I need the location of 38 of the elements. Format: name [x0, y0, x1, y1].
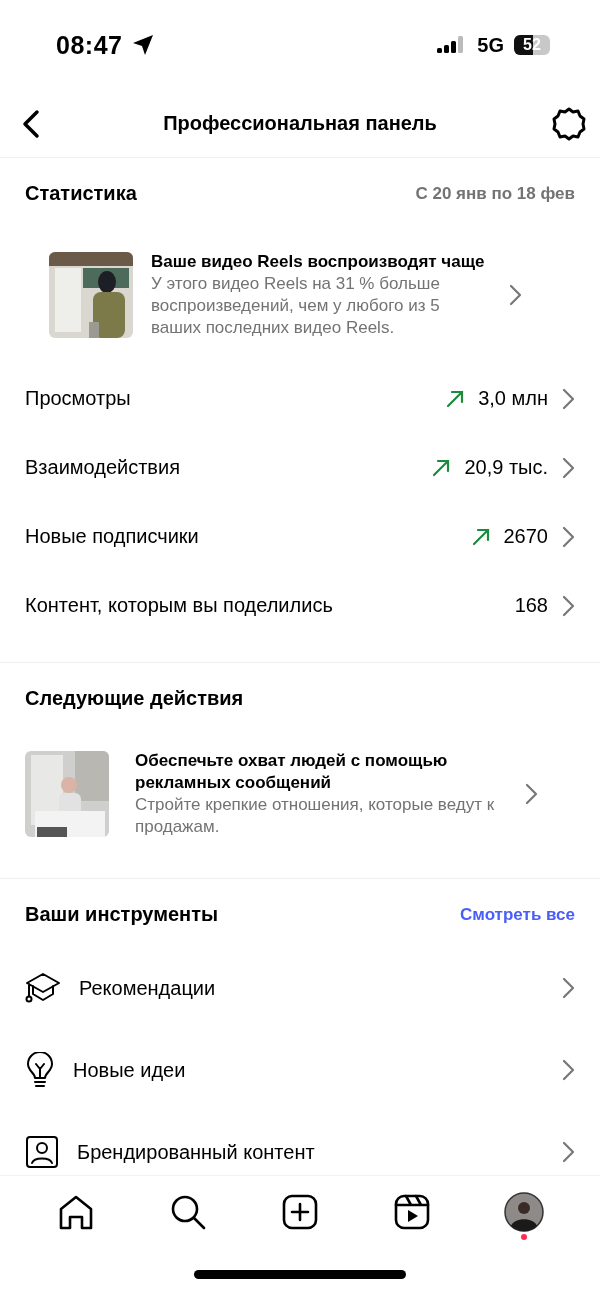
- stat-row[interactable]: Новые подписчики 2670: [0, 502, 600, 571]
- page-title: Профессиональная панель: [163, 112, 437, 135]
- search-icon: [170, 1193, 206, 1230]
- chevron-right-icon: [562, 594, 575, 617]
- chevron-right-icon: [562, 387, 575, 410]
- card-description: У этого видео Reels на 31 % больше воспроизведений, чем у любого из 5 ваших последних видео Reels.: [151, 273, 441, 339]
- chevron-right-icon: [562, 525, 575, 548]
- lightbulb-icon: [25, 1052, 55, 1088]
- section-title: Ваши инструменты: [25, 903, 219, 926]
- plus-square-icon: [282, 1193, 318, 1230]
- chevron-right-icon: [562, 456, 575, 479]
- section-title: Статистика: [25, 182, 137, 205]
- card-title: Ваше видео Reels воспроизводят чаще: [151, 251, 486, 273]
- network-type: 5G: [477, 33, 504, 57]
- date-range: С 20 янв по 18 фев: [415, 183, 575, 204]
- card-title: Обеспечьте охват людей с помощью рекламных сообщений: [135, 750, 449, 794]
- settings-button[interactable]: [552, 106, 586, 141]
- tool-row[interactable]: Брендированный контент: [0, 1111, 600, 1175]
- tool-row[interactable]: Рекомендации: [0, 947, 600, 1029]
- person-badge-icon: [25, 1135, 59, 1169]
- status-time: 08:47: [56, 30, 123, 60]
- stat-row[interactable]: Просмотры 3,0 млн: [0, 364, 600, 433]
- chevron-right-icon: [562, 1141, 575, 1163]
- home-icon: [58, 1193, 94, 1230]
- chevron-right-icon: [562, 977, 575, 999]
- chevron-right-icon: [525, 783, 538, 805]
- see-all-link[interactable]: Смотреть все: [460, 904, 575, 925]
- reels-icon: [394, 1193, 430, 1230]
- avatar-icon: [504, 1191, 544, 1232]
- location-arrow-icon: [132, 34, 155, 56]
- chevron-right-icon: [509, 284, 522, 306]
- graduation-cap-icon: [25, 971, 61, 1005]
- tool-row[interactable]: Новые идеи: [0, 1029, 600, 1111]
- card-description: Стройте крепкие отношения, которые ведут к продажам.: [135, 794, 496, 838]
- stat-row[interactable]: Взаимодействия 20,9 тыс.: [0, 433, 600, 502]
- stat-row[interactable]: Контент, которым вы поделились 168: [0, 571, 600, 640]
- chevron-right-icon: [562, 1059, 575, 1081]
- section-title: Следующие действия: [25, 687, 244, 710]
